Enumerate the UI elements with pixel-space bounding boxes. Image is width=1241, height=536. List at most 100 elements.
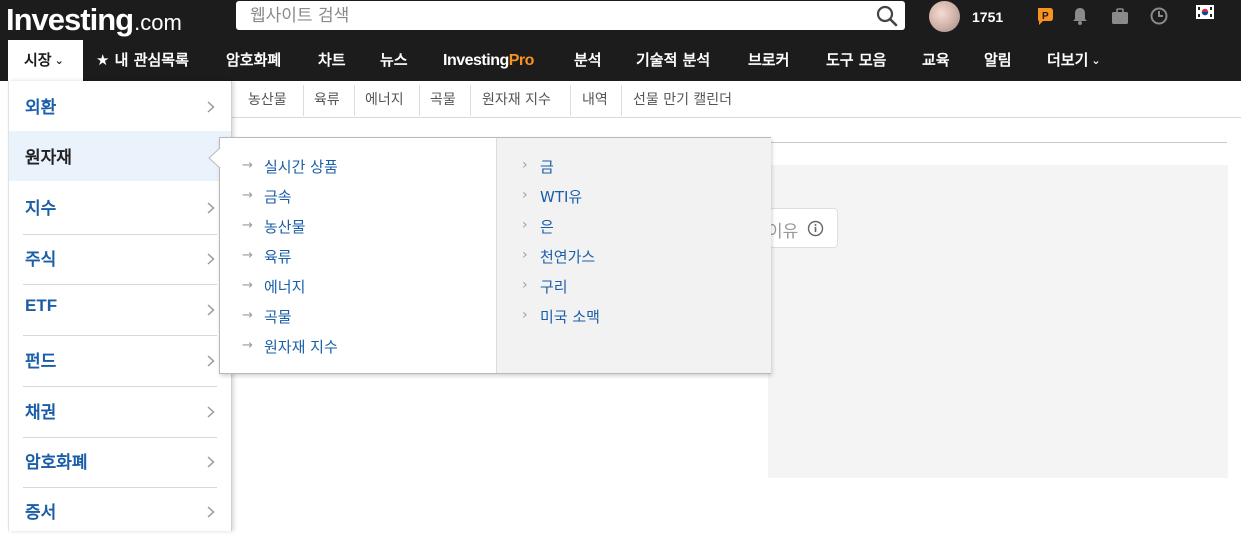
arrow-right-icon: → <box>242 218 253 233</box>
nav-tools[interactable]: 도구 모음 <box>826 40 886 81</box>
nav-analysis[interactable]: 분석 <box>574 40 602 81</box>
menu-item-forex[interactable]: 외환 <box>9 81 231 131</box>
nav-brokers[interactable]: 브로커 <box>748 40 789 81</box>
subnav-item[interactable]: 에너지 <box>365 87 404 113</box>
user-score: 1751 <box>972 9 1004 25</box>
flyout-link-meats[interactable]: 육류 <box>264 246 292 267</box>
chevron-right-icon: › <box>522 187 528 203</box>
flyout-link-agriculture[interactable]: 농산물 <box>264 216 305 237</box>
flyout-link-metals[interactable]: 금속 <box>264 186 292 207</box>
commodities-subnav: 농산물 육류 에너지 곡물 원자재 지수 내역 선물 만기 캘린더 <box>232 81 1241 118</box>
search-icon[interactable] <box>875 4 899 28</box>
chevron-right-icon <box>207 456 215 468</box>
arrow-right-icon: → <box>242 248 253 263</box>
bell-icon[interactable] <box>1070 6 1090 26</box>
flyout-link-commodity-index[interactable]: 원자재 지수 <box>264 336 338 357</box>
chevron-right-icon <box>207 406 215 418</box>
menu-item-label: 채권 <box>25 403 57 423</box>
avatar[interactable] <box>929 1 960 32</box>
subnav-item[interactable]: 원자재 지수 <box>482 87 551 113</box>
logo-suffix: .com <box>134 10 182 35</box>
divider <box>354 85 355 116</box>
chevron-down-icon: ⌄ <box>54 54 64 67</box>
flyout-caret <box>208 148 221 168</box>
chevron-right-icon: › <box>522 277 528 293</box>
chevron-right-icon: › <box>522 217 528 233</box>
arrow-right-icon: → <box>242 188 253 203</box>
menu-item-commodities[interactable]: 원자재 <box>9 131 231 181</box>
investing-logo[interactable]: Investing .com <box>6 2 182 37</box>
subnav-item[interactable]: 내역 <box>582 87 608 113</box>
flyout-popular-panel <box>496 138 771 373</box>
briefcase-icon[interactable] <box>1110 6 1130 26</box>
nav-markets[interactable]: 시장 ⌄ <box>8 40 83 81</box>
flyout-link-natural-gas[interactable]: 천연가스 <box>540 246 595 267</box>
nav-label: 더보기 <box>1047 51 1089 69</box>
nav-education[interactable]: 교육 <box>922 40 950 81</box>
flyout-link-silver[interactable]: 은 <box>540 216 554 237</box>
svg-text:P: P <box>1042 11 1049 22</box>
flyout-link-copper[interactable]: 구리 <box>540 276 568 297</box>
pro-logo-suffix: Pro <box>508 52 535 69</box>
subnav-item[interactable]: 곡물 <box>430 87 456 113</box>
investingpro-icon[interactable]: P <box>1035 6 1055 26</box>
menu-item-etf[interactable]: ETF <box>9 284 231 334</box>
nav-charts[interactable]: 차트 <box>318 40 346 81</box>
search-input[interactable] <box>236 1 866 30</box>
chevron-right-icon <box>207 506 215 518</box>
divider <box>303 85 304 116</box>
info-icon[interactable] <box>807 220 824 237</box>
arrow-right-icon: → <box>242 308 253 323</box>
nav-investingpro[interactable]: InvestingPro <box>443 40 534 81</box>
arrow-right-icon: → <box>242 278 253 293</box>
commodities-flyout: → 실시간 상품 → 금속 → 농산물 → 육류 → 에너지 → 곡물 → 원자… <box>219 137 771 374</box>
chevron-right-icon: › <box>522 247 528 263</box>
flyout-link-us-wheat[interactable]: 미국 소맥 <box>540 306 600 327</box>
menu-item-bonds[interactable]: 채권 <box>9 386 231 436</box>
pro-logo-main: Investing <box>443 52 509 69</box>
menu-item-label: 증서 <box>25 503 57 523</box>
menu-item-label: 지수 <box>25 199 57 219</box>
chevron-right-icon <box>207 304 215 316</box>
nav-crypto[interactable]: 암호화폐 <box>226 40 281 81</box>
subnav-item[interactable]: 육류 <box>314 87 340 113</box>
nav-more[interactable]: 더보기 ⌄ <box>1047 40 1101 81</box>
top-bar: Investing .com 1751 P <box>0 0 1241 40</box>
menu-item-stocks[interactable]: 주식 <box>9 233 231 283</box>
markets-dropdown: 외환 원자재 지수 주식 ETF 펀드 채권 암호화폐 증서 <box>8 81 232 531</box>
divider <box>621 85 622 116</box>
flyout-link-wti[interactable]: WTI유 <box>540 186 582 207</box>
subnav-item[interactable]: 선물 만기 캘린더 <box>633 87 732 113</box>
chevron-right-icon <box>207 202 215 214</box>
arrow-right-icon: → <box>242 338 253 353</box>
divider <box>570 85 571 116</box>
content-divider <box>768 142 1227 143</box>
divider <box>419 85 420 116</box>
nav-alerts[interactable]: 알림 <box>984 40 1012 81</box>
chevron-right-icon <box>207 355 215 367</box>
divider <box>470 85 471 116</box>
menu-item-label: 외환 <box>25 98 57 118</box>
korea-flag-icon[interactable] <box>1196 5 1214 19</box>
nav-watchlist[interactable]: ★ 내 관심목록 <box>96 40 189 81</box>
search-box <box>236 1 905 30</box>
clock-icon[interactable] <box>1149 6 1169 26</box>
flyout-link-realtime[interactable]: 실시간 상품 <box>264 156 338 177</box>
main-nav: 시장 ⌄ ★ 내 관심목록 암호화폐 차트 뉴스 InvestingPro 분석 … <box>0 40 1241 81</box>
chevron-right-icon <box>207 253 215 265</box>
menu-item-funds[interactable]: 펀드 <box>9 335 231 385</box>
menu-item-crypto[interactable]: 암호화폐 <box>9 436 231 486</box>
arrow-right-icon: → <box>242 158 253 173</box>
nav-news[interactable]: 뉴스 <box>380 40 408 81</box>
flyout-link-energy[interactable]: 에너지 <box>264 276 305 297</box>
chevron-right-icon: › <box>522 307 528 323</box>
chevron-right-icon: › <box>522 157 528 173</box>
nav-technical[interactable]: 기술적 분석 <box>636 40 710 81</box>
menu-item-certificates[interactable]: 증서 <box>9 486 231 536</box>
info-tag[interactable]: 이유 <box>762 208 838 248</box>
subnav-item[interactable]: 농산물 <box>248 87 287 113</box>
menu-item-label: 주식 <box>25 250 57 270</box>
menu-item-indices[interactable]: 지수 <box>9 182 231 232</box>
flyout-link-grains[interactable]: 곡물 <box>264 306 292 327</box>
flyout-link-gold[interactable]: 금 <box>540 156 554 177</box>
